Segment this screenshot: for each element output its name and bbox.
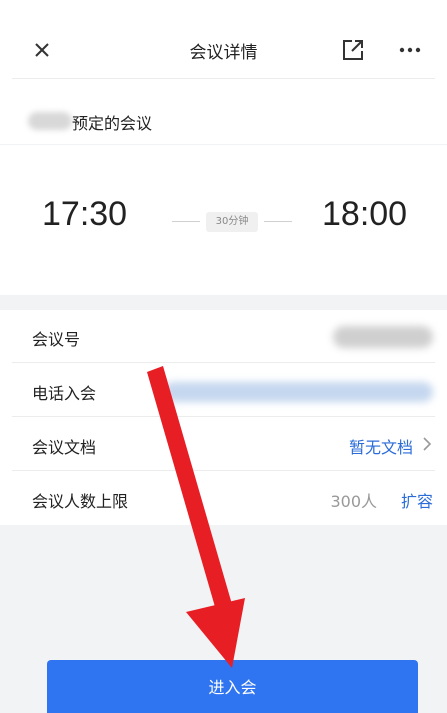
blurred-meeting-id	[333, 326, 433, 348]
expand-capacity-button[interactable]: 扩容	[401, 488, 433, 512]
row-divider	[12, 470, 435, 471]
blurred-organizer-name	[28, 112, 72, 130]
end-time: 18:00	[322, 195, 408, 233]
duration-line-left	[172, 221, 200, 222]
blurred-phone-number	[163, 382, 433, 402]
duration-badge: 30分钟	[206, 212, 258, 232]
participant-limit-label: 会议人数上限	[32, 492, 129, 511]
meeting-id-label: 会议号	[32, 330, 81, 349]
external-share-icon[interactable]	[340, 37, 366, 63]
meeting-info-list: 会议号 电话入会 会议文档 暂无文档 会议人数上限 300人 扩容	[0, 310, 447, 525]
arrow-head	[186, 598, 245, 668]
header-area: 会议详情	[0, 0, 447, 100]
organizer-text: 预定的会议	[72, 114, 153, 133]
duration-line-right	[264, 221, 292, 222]
phone-join-row[interactable]: 电话入会	[0, 364, 447, 417]
more-dots-icon[interactable]	[396, 36, 424, 64]
page-title: 会议详情	[189, 43, 258, 63]
participant-limit-value: 300人	[330, 492, 377, 511]
row-divider	[12, 416, 435, 417]
row-divider	[12, 362, 435, 363]
meeting-id-row[interactable]: 会议号	[0, 310, 447, 363]
participant-limit-row: 会议人数上限 300人 扩容	[0, 472, 447, 525]
navigation-bar: 会议详情	[0, 0, 447, 76]
docs-value-link[interactable]: 暂无文档	[349, 434, 413, 458]
join-meeting-button[interactable]: 进入会	[47, 660, 418, 713]
header-divider	[12, 78, 435, 79]
meeting-docs-label: 会议文档	[32, 438, 97, 457]
time-card: 17:30 30分钟 18:00	[0, 145, 447, 295]
meeting-docs-row[interactable]: 会议文档 暂无文档	[0, 418, 447, 471]
organizer-row: 预定的会议	[0, 100, 447, 144]
phone-join-label: 电话入会	[32, 384, 97, 403]
start-time: 17:30	[42, 195, 128, 233]
chevron-right-icon	[419, 436, 435, 452]
